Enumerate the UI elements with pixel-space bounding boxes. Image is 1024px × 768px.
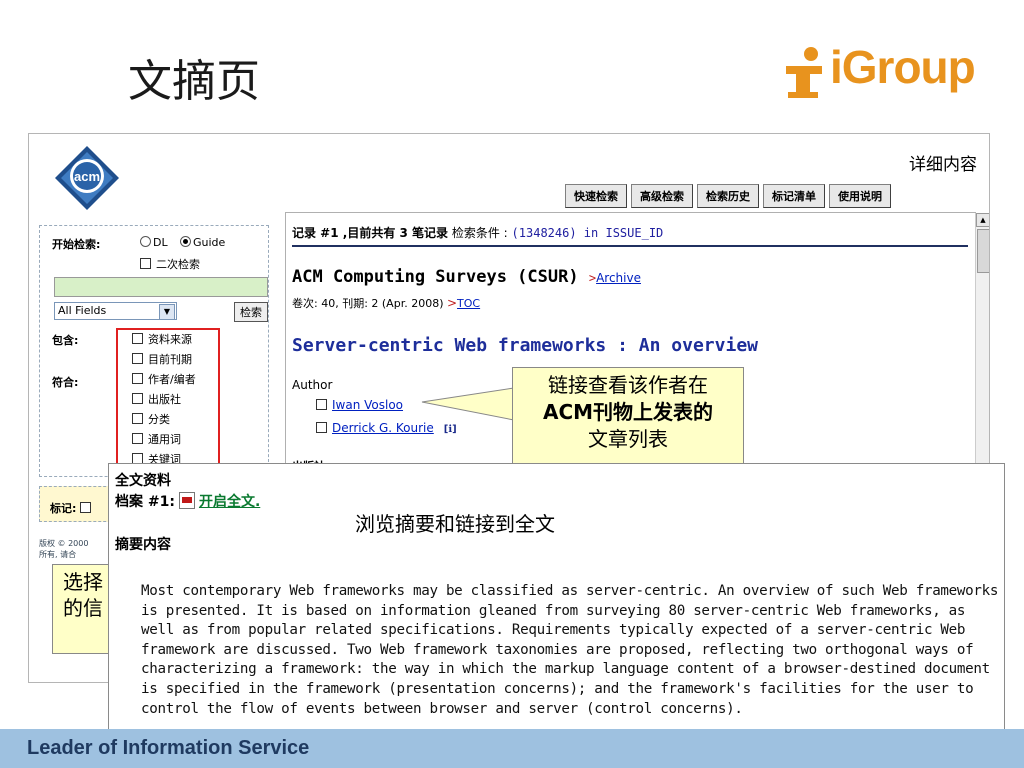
pdf-icon[interactable] — [178, 492, 195, 509]
checkbox-icon — [132, 373, 143, 384]
acm-logo-icon: acm — [55, 146, 119, 210]
secondary-search-label: 二次检索 — [156, 258, 200, 271]
option-category[interactable]: 分类 — [132, 412, 196, 432]
copyright-line: 版权 © 2000 — [39, 539, 89, 548]
author-link-vosloo[interactable]: Iwan Vosloo — [332, 398, 403, 412]
igroup-logo: iGroup — [778, 38, 998, 102]
field-select[interactable]: All Fields ▼ — [54, 302, 177, 320]
radio-dl[interactable]: DL — [140, 236, 168, 249]
mark-label-text: 标记: — [50, 502, 77, 515]
igroup-logo-text: iGroup — [830, 41, 976, 93]
abstract-title: 摘要内容 — [115, 537, 171, 553]
copyright-line: 所有, 请合 — [39, 550, 77, 559]
volume-info: 卷次: 40, 刊期: 2 (Apr. 2008) >TOC — [292, 295, 480, 311]
browse-annotation: 浏览摘要和链接到全文 — [355, 512, 555, 536]
footer-text: Leader of Information Service — [27, 737, 310, 759]
option-source[interactable]: 资料来源 — [132, 332, 196, 352]
journal-title: ACM Computing Surveys (CSUR) >Archive — [292, 267, 641, 287]
abstract-panel: 全文资料 档案 #1: 开启全文. 浏览摘要和链接到全文 摘要内容 Most co… — [108, 463, 1005, 741]
option-label: 目前刊期 — [148, 353, 192, 366]
radio-guide-icon — [180, 236, 191, 247]
author-callout: 链接查看该作者在 ACM刊物上发表的 文章列表 — [512, 367, 744, 465]
archive-link[interactable]: Archive — [596, 271, 641, 285]
search-button[interactable]: 检索 — [234, 302, 268, 322]
advanced-search-button[interactable]: 高级检索 — [631, 184, 693, 208]
callout-line: 文章列表 — [588, 427, 668, 451]
radio-dl-icon — [140, 236, 151, 247]
checkbox-icon[interactable] — [316, 399, 327, 410]
radio-guide[interactable]: Guide — [180, 236, 225, 249]
checkbox-icon — [132, 353, 143, 364]
detail-page-title: 详细内容 — [909, 155, 977, 175]
article-title: Server-centric Web frameworks : An overv… — [292, 335, 758, 356]
option-general-terms[interactable]: 通用词 — [132, 432, 196, 452]
chevron-down-icon: ▼ — [159, 304, 175, 320]
journal-name: ACM Computing Surveys (CSUR) — [292, 267, 579, 287]
option-label: 通用词 — [148, 433, 181, 446]
criteria-value: (1348246) in ISSUE_ID — [511, 226, 664, 240]
radio-dl-label: DL — [153, 236, 168, 249]
criteria-label: 检索条件 : — [451, 226, 508, 240]
search-input[interactable] — [54, 277, 268, 297]
svg-text:acm: acm — [74, 169, 100, 184]
open-fulltext-link[interactable]: 开启全文. — [199, 494, 260, 510]
toc-link[interactable]: TOC — [457, 297, 480, 310]
select-callout: 选择 的信 — [52, 564, 116, 654]
match-label: 符合: — [52, 376, 79, 389]
option-author[interactable]: 作者/编者 — [132, 372, 196, 392]
checkbox-icon — [140, 258, 151, 269]
option-label: 作者/编者 — [148, 373, 196, 386]
copyright: 版权 © 2000 所有, 请合 — [39, 538, 88, 560]
checkbox-icon — [132, 433, 143, 444]
divider — [292, 245, 968, 247]
volume-text: 卷次: 40, 刊期: 2 (Apr. 2008) — [292, 297, 444, 310]
checkbox-icon — [132, 413, 143, 424]
scroll-up-icon[interactable]: ▲ — [976, 213, 989, 227]
contains-label: 包含: — [52, 334, 79, 347]
file-label: 档案 #1: — [115, 494, 175, 510]
option-label: 资料来源 — [148, 333, 192, 346]
option-label: 分类 — [148, 413, 170, 426]
record-info: 记录 #1 ,目前共有 3 笔记录 检索条件 : (1348246) in IS… — [292, 224, 663, 241]
callout-line: 链接查看该作者在 — [548, 373, 708, 397]
record-count: 记录 #1 ,目前共有 3 笔记录 — [292, 226, 449, 240]
option-label: 出版社 — [148, 393, 181, 406]
author-row: Iwan Vosloo — [316, 398, 403, 412]
option-current-issue[interactable]: 目前刊期 — [132, 352, 196, 372]
abstract-text: Most contemporary Web frameworks may be … — [141, 583, 999, 717]
secondary-search-checkbox[interactable]: 二次检索 — [140, 256, 200, 272]
toolbar: 快速检索 高级检索 检索历史 标记清单 使用说明 — [565, 184, 891, 208]
radio-guide-label: Guide — [193, 236, 226, 249]
slide-title: 文摘页 — [128, 56, 260, 107]
checkbox-icon — [132, 393, 143, 404]
option-publisher[interactable]: 出版社 — [132, 392, 196, 412]
callout-line: ACM刊物上发表的 — [513, 399, 743, 426]
author-label: Author — [292, 378, 333, 392]
quick-search-button[interactable]: 快速检索 — [565, 184, 627, 208]
igroup-logo-mark-icon — [786, 47, 822, 98]
help-button[interactable]: 使用说明 — [829, 184, 891, 208]
fulltext-file: 档案 #1: 开启全文. — [115, 491, 260, 511]
checkbox-icon[interactable] — [316, 422, 327, 433]
search-options-list: 资料来源 目前刊期 作者/编者 出版社 分类 通用词 关键词 — [132, 332, 196, 472]
checkbox-icon — [80, 502, 92, 513]
field-select-value: All Fields — [58, 304, 107, 317]
search-panel: 开始检索: DL Guide 二次检索 All Fields ▼ 检索 包含: 符… — [39, 225, 269, 482]
checkbox-icon — [132, 333, 143, 344]
mark-label[interactable]: 标记: — [50, 500, 96, 516]
arrow-icon: > — [588, 271, 597, 285]
search-history-button[interactable]: 检索历史 — [697, 184, 759, 208]
marked-list-button[interactable]: 标记清单 — [763, 184, 825, 208]
callout-pointer-icon — [421, 387, 515, 421]
author-link-kourie[interactable]: Derrick G. Kourie — [332, 421, 434, 435]
start-search-label: 开始检索: — [52, 238, 101, 251]
callout-line-text: ACM刊物上发表的 — [542, 400, 714, 424]
fulltext-title: 全文资料 — [115, 473, 171, 489]
arrow-icon: > — [446, 296, 458, 310]
footer-bar: Leader of Information Service — [0, 729, 1024, 768]
scroll-thumb[interactable] — [977, 229, 989, 273]
